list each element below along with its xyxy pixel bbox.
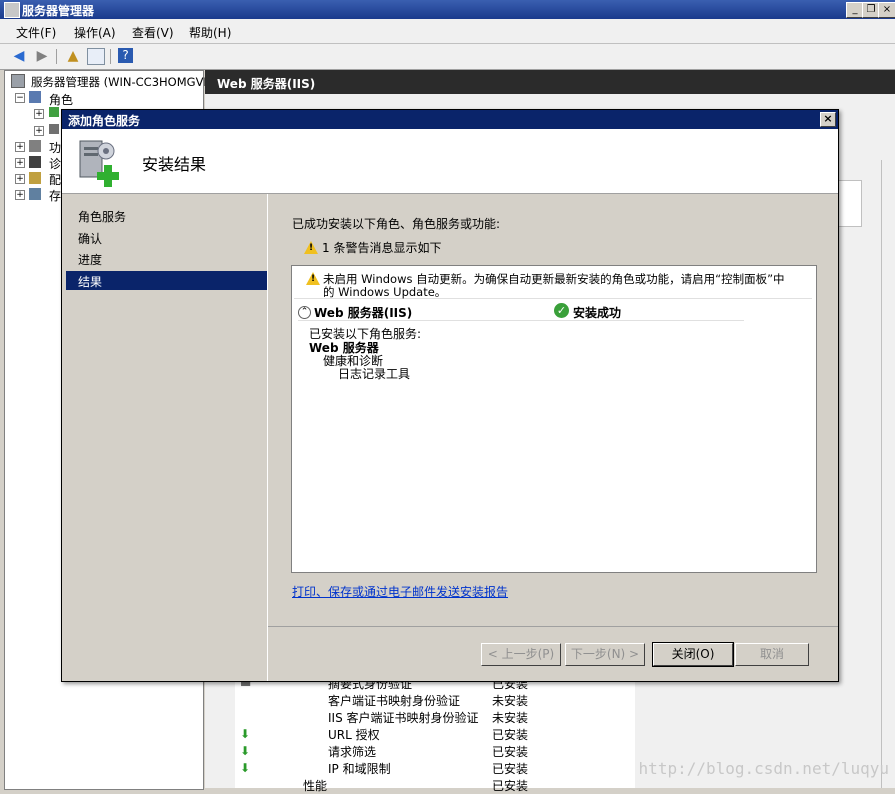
dialog-title-bar: 添加角色服务 ×: [62, 110, 838, 129]
menu-action[interactable]: 操作(A): [74, 24, 116, 41]
warning-message: ! 未启用 Windows 自动更新。为确保自动更新最新安装的角色或功能，请启用…: [294, 268, 812, 299]
tree-node-roles[interactable]: 角色: [49, 91, 73, 108]
up-folder-icon[interactable]: ▲: [64, 48, 82, 65]
divider: [298, 320, 744, 321]
dialog-title: 添加角色服务: [68, 114, 141, 128]
forward-arrow-icon[interactable]: ▶: [33, 48, 51, 65]
help-icon[interactable]: ?: [118, 48, 133, 63]
expand-icon[interactable]: +: [34, 109, 44, 119]
diagnostics-icon: [29, 156, 41, 168]
expand-icon[interactable]: +: [15, 158, 25, 168]
watermark: http://blog.csdn.net/luqyu: [638, 759, 889, 778]
toolbar-divider: [110, 49, 111, 64]
table-row: ⬇ 请求筛选 已安装: [240, 744, 529, 759]
right-pane-title: Web 服务器(IIS): [217, 77, 316, 91]
server-add-icon: [79, 140, 119, 187]
table-row: ⬇ IP 和域限制 已安装: [240, 761, 529, 776]
wizard-steps: 角色服务 确认 进度 结果: [62, 194, 268, 681]
role-icon: [49, 107, 59, 117]
installed-role-icon: ⬇: [240, 761, 251, 775]
dialog-button-bar: < 上一步(P) 下一步(N) > 关闭(O) 取消: [268, 626, 838, 682]
installation-report-link[interactable]: 打印、保存或通过电子邮件发送安装报告: [292, 583, 508, 600]
server-icon: [11, 74, 25, 88]
tree-node-diagnostics[interactable]: 诊: [49, 155, 61, 172]
back-arrow-icon[interactable]: ◀: [10, 48, 28, 65]
next-button[interactable]: 下一步(N) >: [565, 643, 645, 666]
role-services-list: ▬ 摘要式身份验证 已安装 客户端证书映射身份验证 未安装 IIS 客户端证书映…: [235, 675, 635, 793]
summary-text: 已成功安装以下角色、角色服务或功能:: [292, 217, 501, 231]
results-panel: ! 未启用 Windows 自动更新。为确保自动更新最新安装的角色或功能，请启用…: [291, 265, 817, 573]
storage-icon: [29, 188, 41, 200]
previous-button[interactable]: < 上一步(P): [481, 643, 561, 666]
collapse-icon[interactable]: −: [15, 93, 25, 103]
expand-icon[interactable]: +: [15, 190, 25, 200]
expand-icon[interactable]: +: [15, 142, 25, 152]
role-status: 安装成功: [573, 306, 622, 320]
step-title: 安装结果: [142, 155, 207, 174]
step-role-services[interactable]: 角色服务: [66, 206, 267, 225]
expand-icon[interactable]: +: [15, 174, 25, 184]
installed-service-level-3: 日志记录工具: [338, 367, 411, 381]
role-icon: [49, 124, 59, 134]
tree-node-configuration[interactable]: 配: [49, 171, 61, 188]
warning-icon: !: [306, 272, 320, 285]
main-title-bar: 服务器管理器 _ ❐ ×: [0, 0, 895, 19]
warning-count: 1 条警告消息显示如下: [322, 241, 442, 255]
right-pane-header: Web 服务器(IIS): [205, 70, 895, 94]
server-manager-icon: [4, 2, 20, 18]
toolbar-divider: [56, 49, 57, 64]
dialog-close-button[interactable]: ×: [820, 112, 836, 127]
menu-view[interactable]: 查看(V): [132, 24, 174, 41]
right-panel-fragment: [838, 180, 862, 227]
menu-file[interactable]: 文件(F): [16, 24, 56, 41]
menu-bar: 文件(F) 操作(A) 查看(V) 帮助(H): [0, 19, 895, 44]
cancel-button[interactable]: 取消: [735, 643, 809, 666]
tree-node-features[interactable]: 功: [49, 139, 61, 156]
warning-icon: !: [304, 241, 318, 254]
table-row: IIS 客户端证书映射身份验证 未安装: [328, 711, 529, 725]
tree-node-storage[interactable]: 存: [49, 187, 61, 204]
installed-role-icon: ⬇: [240, 727, 251, 741]
table-row: ⬇ URL 授权 已安装: [240, 727, 529, 742]
collapse-chevron-icon[interactable]: ⌃: [298, 306, 311, 319]
close-window-button[interactable]: ×: [878, 2, 895, 18]
configuration-icon: [29, 172, 41, 184]
role-name: Web 服务器(IIS): [314, 306, 413, 320]
toolbar: ◀ ▶ ▲ ?: [0, 44, 895, 70]
roles-icon: [29, 91, 41, 103]
warning-line-2: 的 Windows Update。: [323, 285, 447, 299]
window-title: 服务器管理器: [22, 4, 95, 18]
installed-role-icon: ⬇: [240, 744, 251, 758]
close-button[interactable]: 关闭(O): [652, 642, 734, 667]
table-row: 客户端证书映射身份验证 未安装: [328, 694, 529, 708]
right-scrollbar[interactable]: [881, 160, 895, 788]
dialog-header: 安装结果: [62, 129, 838, 194]
add-role-services-dialog: 添加角色服务 × 安装结果 角色服务 确认 进度 结果 已成功安装以下角色、角色…: [61, 109, 839, 682]
table-row: 性能 已安装: [303, 779, 529, 793]
tree-root-server-manager[interactable]: 服务器管理器 (WIN-CC3HOMGVK9: [31, 74, 218, 90]
step-progress[interactable]: 进度: [66, 249, 267, 268]
step-confirmation[interactable]: 确认: [66, 228, 267, 247]
success-check-icon: ✓: [554, 303, 569, 318]
features-icon: [29, 140, 41, 152]
show-hide-tree-icon[interactable]: [87, 48, 105, 65]
expand-icon[interactable]: +: [34, 126, 44, 136]
step-results[interactable]: 结果: [66, 271, 267, 290]
menu-help[interactable]: 帮助(H): [189, 24, 231, 41]
